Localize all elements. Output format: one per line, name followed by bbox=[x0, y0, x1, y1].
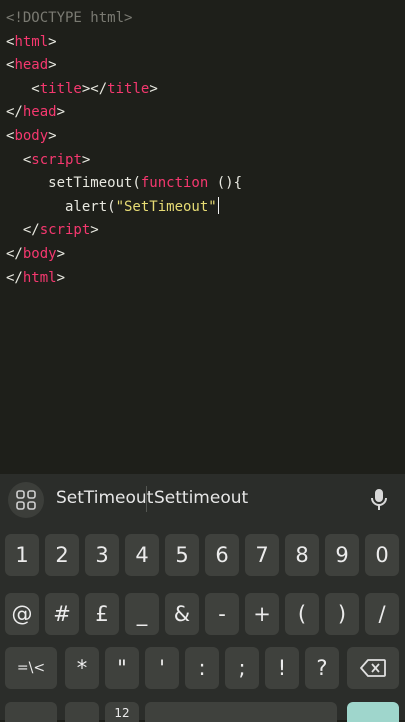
code-token-plain: alert( bbox=[6, 198, 116, 215]
code-token-punct: > bbox=[48, 33, 57, 50]
code-line[interactable]: <body> bbox=[6, 125, 57, 147]
grid-icon bbox=[16, 490, 36, 510]
code-line[interactable]: </html> bbox=[6, 267, 65, 289]
key-6[interactable]: 6 bbox=[205, 534, 239, 576]
code-line[interactable]: setTimeout(function (){ bbox=[6, 172, 242, 194]
code-token-tag: head bbox=[14, 57, 49, 74]
code-line[interactable]: <script> bbox=[6, 149, 90, 171]
code-line[interactable]: <title></title> bbox=[6, 78, 158, 100]
code-token-punct: < bbox=[6, 80, 40, 97]
key-symbol[interactable]: @ bbox=[5, 593, 39, 635]
microphone-icon bbox=[371, 489, 387, 510]
code-token-punct: > bbox=[56, 269, 66, 286]
symbols-toggle-key[interactable]: =\< bbox=[5, 647, 57, 689]
code-line[interactable]: </body> bbox=[6, 243, 65, 265]
code-line[interactable]: <!DOCTYPE html> bbox=[6, 7, 132, 29]
code-token-punct: </ bbox=[6, 104, 23, 121]
key-symbol[interactable]: + bbox=[245, 593, 279, 635]
key-8[interactable]: 8 bbox=[285, 534, 319, 576]
code-token-punct: > bbox=[149, 80, 158, 97]
key-symbol[interactable]: / bbox=[365, 593, 399, 635]
code-token-tag: title bbox=[39, 80, 82, 97]
backspace-icon bbox=[360, 659, 386, 677]
key-symbol[interactable]: ! bbox=[265, 647, 299, 689]
code-token-punct: > bbox=[81, 151, 91, 168]
code-token-plain: setTimeout( bbox=[6, 175, 141, 192]
code-token-punct: > bbox=[90, 222, 99, 239]
suggestion-1[interactable]: SetTimeout bbox=[56, 488, 153, 508]
code-token-tag: body bbox=[14, 128, 49, 144]
abc-key[interactable] bbox=[5, 702, 57, 722]
code-token-punct: ></ bbox=[81, 80, 108, 97]
code-token-tag: script bbox=[31, 151, 82, 168]
key-symbol[interactable]: " bbox=[105, 647, 139, 689]
text-caret bbox=[217, 196, 220, 214]
keyboard-apps-button[interactable] bbox=[8, 482, 44, 518]
code-line[interactable]: alert("SetTimeout" bbox=[6, 196, 220, 218]
key-0[interactable]: 0 bbox=[365, 534, 399, 576]
code-line[interactable]: </head> bbox=[6, 101, 65, 123]
code-token-punct: </ bbox=[6, 246, 23, 262]
code-token-comment: <!DOCTYPE html> bbox=[6, 10, 133, 26]
code-token-punct: </ bbox=[6, 269, 23, 286]
enter-key[interactable] bbox=[347, 702, 399, 722]
code-token-punct: > bbox=[56, 104, 66, 121]
code-token-punct: < bbox=[6, 151, 32, 168]
soft-keyboard: SetTimeout Settimeout 1 2 3 4 5 6 7 8 9 0 @ # £ _ & - +(… bbox=[0, 474, 405, 722]
code-line[interactable]: <head> bbox=[6, 54, 57, 76]
key-symbol[interactable]: _ bbox=[125, 593, 159, 635]
space-key[interactable] bbox=[145, 702, 337, 722]
code-line[interactable]: <html> bbox=[6, 31, 57, 53]
key-symbol[interactable]: ( bbox=[285, 593, 319, 635]
numbers-key[interactable]: 12 bbox=[105, 702, 139, 722]
code-editor[interactable]: <!DOCTYPE html> <html> <head> <title></tit… bbox=[0, 0, 405, 474]
suggestion-divider bbox=[146, 486, 147, 512]
key-symbol[interactable]: ) bbox=[325, 593, 359, 635]
key-4[interactable]: 4 bbox=[125, 534, 159, 576]
key-symbol[interactable]: ' bbox=[145, 647, 179, 689]
code-token-tag: script bbox=[39, 222, 91, 239]
key-symbol[interactable]: : bbox=[185, 647, 219, 689]
key-symbol[interactable]: & bbox=[165, 593, 199, 635]
code-token-keyword: function bbox=[140, 175, 209, 192]
key-symbol[interactable]: * bbox=[65, 647, 99, 689]
emoji-key[interactable] bbox=[65, 702, 99, 722]
code-token-punct: </ bbox=[6, 222, 40, 239]
code-line[interactable]: </script> bbox=[6, 219, 99, 241]
key-symbol[interactable]: ; bbox=[225, 647, 259, 689]
key-5[interactable]: 5 bbox=[165, 534, 199, 576]
backspace-key[interactable] bbox=[347, 647, 399, 689]
key-symbol[interactable]: £ bbox=[85, 593, 119, 635]
key-symbol[interactable]: - bbox=[205, 593, 239, 635]
key-symbol[interactable]: ? bbox=[305, 647, 339, 689]
code-token-punct: > bbox=[56, 246, 66, 262]
code-token-tag: body bbox=[22, 246, 57, 262]
key-symbol[interactable]: # bbox=[45, 593, 79, 635]
suggestion-bar: SetTimeout Settimeout bbox=[0, 474, 405, 524]
key-3[interactable]: 3 bbox=[85, 534, 119, 576]
code-token-tag: html bbox=[14, 33, 49, 50]
key-7[interactable]: 7 bbox=[245, 534, 279, 576]
key-1[interactable]: 1 bbox=[5, 534, 39, 576]
code-token-plain: (){ bbox=[208, 175, 243, 192]
code-token-punct: > bbox=[48, 128, 57, 144]
code-token-tag: html bbox=[22, 269, 57, 286]
suggestion-2[interactable]: Settimeout bbox=[154, 488, 248, 508]
code-token-tag: head bbox=[22, 104, 57, 121]
key-2[interactable]: 2 bbox=[45, 534, 79, 576]
code-token-punct: > bbox=[48, 57, 57, 74]
voice-input-button[interactable] bbox=[366, 486, 392, 512]
key-9[interactable]: 9 bbox=[325, 534, 359, 576]
code-token-tag: title bbox=[107, 80, 150, 97]
code-token-string: "SetTimeout" bbox=[115, 198, 217, 215]
